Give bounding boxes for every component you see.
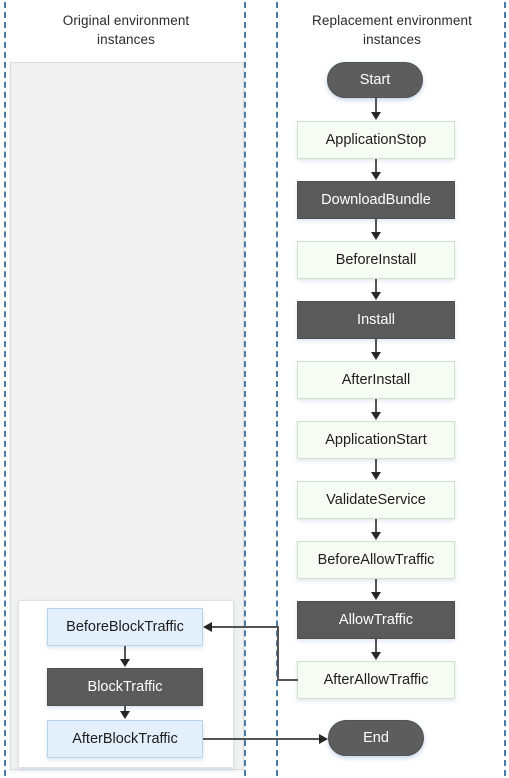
edge-after-allow-traffic-to-before-block-traffic [212, 626, 278, 628]
node-validate-service-label: ValidateService [326, 491, 426, 508]
arrowhead-after-block-traffic [120, 711, 130, 719]
lane-title-replacement-line2: instances [363, 32, 421, 47]
edge-allow-traffic-to-after-allow-traffic [375, 639, 377, 653]
lane-title-original-line2: instances [97, 32, 155, 47]
node-allow-traffic-label: AllowTraffic [338, 611, 414, 628]
node-before-allow-traffic[interactable]: BeforeAllowTraffic [297, 541, 455, 579]
arrowhead-after-allow-traffic [371, 652, 381, 660]
edge-start-to-application-stop [375, 98, 377, 113]
edge-after-allow-traffic-stub [277, 679, 298, 681]
edge-after-block-traffic-to-end [203, 738, 320, 740]
node-end[interactable]: End [328, 720, 424, 756]
arrowhead-application-start [371, 412, 381, 420]
lane-title-replacement-line1: Replacement environment [312, 13, 472, 28]
node-before-install[interactable]: BeforeInstall [297, 241, 455, 279]
node-start[interactable]: Start [327, 62, 423, 98]
node-before-install-label: BeforeInstall [335, 251, 417, 268]
arrowhead-after-install [371, 352, 381, 360]
node-install[interactable]: Install [297, 301, 455, 339]
arrowhead-validate-service [371, 472, 381, 480]
node-after-install-label: AfterInstall [341, 371, 411, 388]
deployment-lifecycle-diagram: Original environment instances BeforeBlo… [0, 0, 509, 778]
node-download-bundle[interactable]: DownloadBundle [297, 181, 455, 219]
node-allow-traffic[interactable]: AllowTraffic [297, 601, 455, 639]
edge-after-allow-traffic-riser [277, 626, 279, 680]
node-before-block-traffic[interactable]: BeforeBlockTraffic [47, 608, 203, 646]
arrowhead-application-stop [371, 112, 381, 120]
edge-before-block-traffic-to-block-traffic [124, 646, 126, 660]
edge-install-to-after-install [375, 339, 377, 353]
node-application-stop-label: ApplicationStop [325, 131, 427, 148]
arrowhead-end [319, 734, 328, 744]
node-application-start-label: ApplicationStart [325, 431, 427, 448]
lane-title-original: Original environment instances [12, 11, 240, 49]
arrowhead-download-bundle [371, 172, 381, 180]
edge-application-start-to-validate-service [375, 459, 377, 473]
edge-after-install-to-application-start [375, 399, 377, 413]
edge-application-stop-to-download-bundle [375, 159, 377, 173]
arrowhead-allow-traffic [371, 592, 381, 600]
node-after-block-traffic[interactable]: AfterBlockTraffic [47, 720, 203, 758]
arrowhead-block-traffic [120, 659, 130, 667]
lane-title-replacement: Replacement environment instances [282, 11, 502, 49]
node-block-traffic[interactable]: BlockTraffic [47, 668, 203, 706]
edge-before-install-to-install [375, 279, 377, 293]
node-end-label: End [363, 729, 389, 746]
edge-download-bundle-to-before-install [375, 219, 377, 233]
edge-before-allow-traffic-to-allow-traffic [375, 579, 377, 593]
node-install-label: Install [357, 311, 395, 328]
node-before-block-traffic-label: BeforeBlockTraffic [66, 618, 184, 635]
edge-validate-service-to-before-allow-traffic [375, 519, 377, 533]
node-application-stop[interactable]: ApplicationStop [297, 121, 455, 159]
node-block-traffic-label: BlockTraffic [87, 678, 163, 695]
node-start-label: Start [359, 71, 391, 88]
node-after-install[interactable]: AfterInstall [297, 361, 455, 399]
arrowhead-before-block-traffic [203, 622, 212, 632]
node-download-bundle-label: DownloadBundle [321, 191, 431, 208]
arrowhead-before-allow-traffic [371, 532, 381, 540]
node-after-block-traffic-label: AfterBlockTraffic [72, 730, 178, 747]
node-after-allow-traffic[interactable]: AfterAllowTraffic [297, 661, 455, 699]
arrowhead-install [371, 292, 381, 300]
node-validate-service[interactable]: ValidateService [297, 481, 455, 519]
node-before-allow-traffic-label: BeforeAllowTraffic [317, 551, 435, 568]
lane-title-original-line1: Original environment [62, 13, 190, 28]
arrowhead-before-install [371, 232, 381, 240]
node-after-allow-traffic-label: AfterAllowTraffic [323, 671, 429, 688]
node-application-start[interactable]: ApplicationStart [297, 421, 455, 459]
